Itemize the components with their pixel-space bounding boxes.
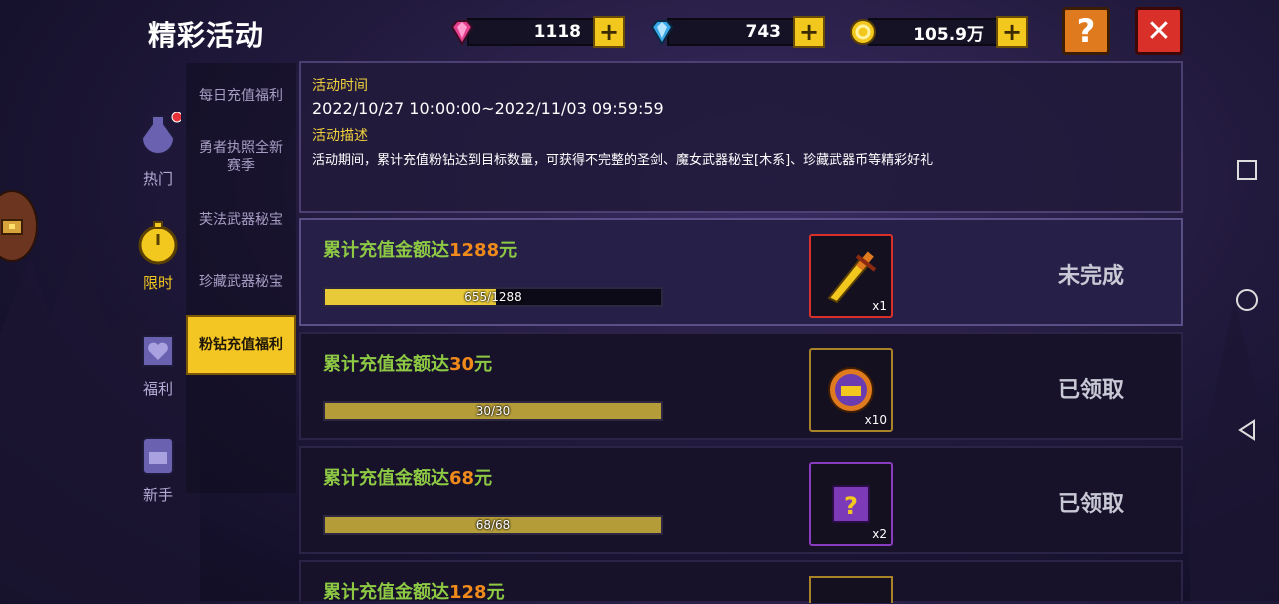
reward-qty: x2: [872, 527, 887, 541]
add-gold-coin-button[interactable]: +: [996, 16, 1028, 48]
reward-suffix: 元: [474, 468, 493, 489]
reward-prefix: 累计充值金额达: [323, 468, 449, 489]
category-hot-label: 热门: [142, 170, 173, 188]
category-hot[interactable]: 热门: [130, 111, 186, 189]
category-newbie[interactable]: 新手: [130, 432, 186, 505]
help-button[interactable]: ?: [1062, 7, 1110, 55]
back-button[interactable]: [1232, 415, 1262, 445]
activity-info-panel: 活动时间 2022/10/27 10:00:00~2022/11/03 09:5…: [299, 61, 1183, 213]
circle-icon: [1236, 289, 1258, 311]
heart-bag-icon: [142, 335, 174, 367]
sub-tab-list: 每日充值福利 勇者执照全新赛季 芙法武器秘宝 珍藏武器秘宝 粉钻充值福利: [186, 63, 296, 493]
reward-row: 累计充值金额达68元 68/68 ? x2 已领取: [299, 446, 1183, 554]
activity-desc-label: 活动描述: [312, 128, 368, 144]
reward-item[interactable]: ? x2: [809, 462, 893, 546]
chest-icon: [1, 219, 23, 235]
reward-amount: 30: [449, 354, 475, 375]
reward-suffix: 元: [486, 582, 505, 603]
activity-time-label: 活动时间: [312, 78, 368, 94]
reward-amount: 128: [449, 582, 487, 603]
reward-title: 累计充值金额达128元: [323, 578, 505, 604]
currency-blue-gem: 743 +: [647, 16, 825, 48]
back-triangle-icon: [1238, 419, 1255, 441]
progress-text: 68/68: [475, 518, 511, 532]
blue-gem-icon: [647, 17, 677, 47]
sub-tab-pink-diamond-recharge[interactable]: 粉钻充值福利: [186, 315, 296, 375]
backpack-icon: [142, 437, 174, 475]
sub-tab-hero-license-label: 勇者执照全新赛季: [199, 140, 283, 174]
add-pink-gem-button[interactable]: +: [593, 16, 625, 48]
reward-prefix: 累计充值金额达: [323, 240, 449, 261]
sub-tab-daily-recharge[interactable]: 每日充值福利: [186, 87, 296, 105]
reward-qty: x1: [872, 299, 887, 313]
reward-amount: 1288: [449, 240, 500, 261]
activity-desc-value: 活动期间，累计充值粉钻达到目标数量，可获得不完整的圣剑、魔女武器秘宝[木系]、珍…: [312, 153, 934, 168]
svg-text:?: ?: [844, 492, 858, 520]
stopwatch-icon: [138, 221, 178, 265]
reward-row: 累计充值金额达1288元 655/1288 x1 未完成: [299, 218, 1183, 326]
progress-bar: 655/1288: [323, 287, 663, 307]
reward-item[interactable]: x10: [809, 348, 893, 432]
reward-item[interactable]: x1: [809, 234, 893, 318]
progress-text: 655/1288: [464, 290, 522, 304]
home-button[interactable]: [1232, 285, 1262, 315]
currency-gold-coin: 105.9万 +: [848, 16, 1028, 48]
reward-prefix: 累计充值金额达: [323, 354, 449, 375]
background-tree: [1190, 300, 1279, 601]
activity-time-value: 2022/10/27 10:00:00~2022/11/03 09:59:59: [312, 99, 664, 118]
potion-icon: [140, 111, 183, 155]
category-welfare-label: 福利: [142, 380, 173, 398]
reward-suffix: 元: [474, 354, 493, 375]
reward-row: 累计充值金额达128元: [299, 560, 1183, 604]
add-blue-gem-button[interactable]: +: [793, 16, 825, 48]
gold-coin-icon: [848, 17, 878, 47]
sub-tab-fufa-weapon[interactable]: 芙法武器秘宝: [186, 211, 296, 229]
progress-text: 30/30: [475, 404, 511, 418]
reward-suffix: 元: [499, 240, 518, 261]
category-limited-label: 限时: [142, 274, 173, 292]
reward-row: 累计充值金额达30元 30/30 x10 已领取: [299, 332, 1183, 440]
reward-title: 累计充值金额达30元: [323, 350, 492, 376]
reward-item[interactable]: [809, 576, 893, 603]
reward-title: 累计充值金额达68元: [323, 464, 492, 490]
reward-amount: 68: [449, 468, 475, 489]
progress-bar: 68/68: [323, 515, 663, 535]
pink-gem-count: 1118: [467, 18, 597, 46]
category-newbie-label: 新手: [142, 486, 173, 504]
progress-bar: 30/30: [323, 401, 663, 421]
blue-gem-count: 743: [667, 18, 797, 46]
sub-tab-hero-license[interactable]: 勇者执照全新赛季: [186, 139, 296, 175]
floating-chest-button[interactable]: [0, 190, 38, 262]
reward-prefix: 累计充值金额达: [323, 582, 449, 603]
currency-pink-gem: 1118 +: [447, 16, 625, 48]
page-title: 精彩活动: [148, 19, 265, 52]
gold-coin-count: 105.9万: [868, 18, 1000, 46]
reward-status: 已领取: [1057, 378, 1124, 403]
close-button[interactable]: ✕: [1135, 7, 1183, 55]
sub-tab-treasure-weapon[interactable]: 珍藏武器秘宝: [186, 273, 296, 291]
square-icon: [1237, 160, 1257, 180]
reward-title: 累计充值金额达1288元: [323, 236, 517, 262]
category-welfare[interactable]: 福利: [130, 326, 186, 399]
category-limited[interactable]: 限时: [130, 220, 186, 293]
pink-gem-icon: [447, 17, 477, 47]
reward-qty: x10: [864, 413, 887, 427]
reward-status: 未完成: [1057, 264, 1124, 289]
reward-status: 已领取: [1057, 492, 1124, 517]
recent-apps-button[interactable]: [1232, 155, 1262, 185]
